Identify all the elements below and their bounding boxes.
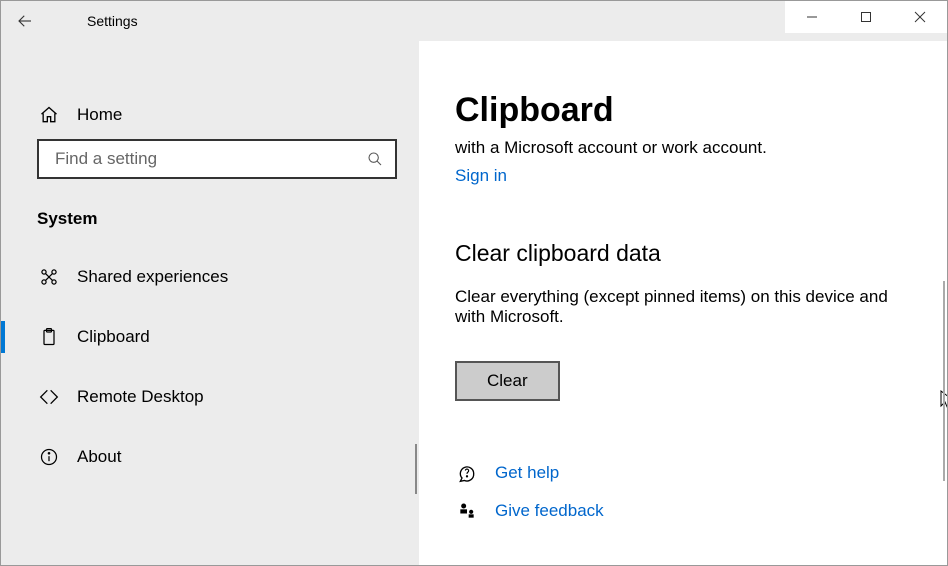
footer-links: Get help Give feedback — [455, 461, 917, 523]
info-icon — [37, 445, 61, 469]
share-icon — [37, 265, 61, 289]
window-body: Home System Shared experiences — [1, 41, 947, 565]
search-field[interactable] — [53, 148, 365, 170]
content-area: Clipboard with a Microsoft account or wo… — [419, 41, 947, 565]
home-label: Home — [77, 105, 122, 125]
clear-button[interactable]: Clear — [455, 361, 560, 401]
search-input[interactable] — [37, 139, 397, 179]
window-controls — [785, 1, 947, 33]
sidebar-item-label: Shared experiences — [77, 267, 228, 287]
give-feedback-row[interactable]: Give feedback — [455, 499, 917, 523]
back-button[interactable] — [1, 1, 49, 41]
sidebar-group-label: System — [1, 197, 419, 247]
sidebar-item-clipboard[interactable]: Clipboard — [1, 307, 419, 367]
sidebar-item-remote-desktop[interactable]: Remote Desktop — [1, 367, 419, 427]
sidebar-item-shared-experiences[interactable]: Shared experiences — [1, 247, 419, 307]
sidebar-item-label: Remote Desktop — [77, 387, 204, 407]
clipboard-icon — [37, 325, 61, 349]
get-help-row[interactable]: Get help — [455, 461, 917, 485]
titlebar: Settings — [1, 1, 947, 41]
window-title: Settings — [49, 13, 138, 29]
minimize-button[interactable] — [785, 1, 839, 33]
give-feedback-link[interactable]: Give feedback — [495, 501, 604, 521]
remote-desktop-icon — [37, 385, 61, 409]
sidebar-scrollbar[interactable] — [415, 444, 417, 494]
sidebar-item-label: Clipboard — [77, 327, 150, 347]
get-help-link[interactable]: Get help — [495, 463, 559, 483]
page-subtext: with a Microsoft account or work account… — [455, 138, 917, 158]
close-button[interactable] — [893, 1, 947, 33]
maximize-button[interactable] — [839, 1, 893, 33]
page-title: Clipboard — [455, 91, 917, 130]
content-scrollbar[interactable] — [943, 281, 945, 481]
help-icon — [455, 461, 479, 485]
settings-window: Settings Home — [0, 0, 948, 566]
sidebar-item-about[interactable]: About — [1, 427, 419, 487]
sign-in-link[interactable]: Sign in — [455, 166, 507, 186]
feedback-icon — [455, 499, 479, 523]
sidebar-item-label: About — [77, 447, 121, 467]
section-title: Clear clipboard data — [455, 240, 917, 267]
sidebar-item-home[interactable]: Home — [1, 91, 419, 139]
home-icon — [37, 103, 61, 127]
section-description: Clear everything (except pinned items) o… — [455, 287, 917, 327]
search-icon — [365, 151, 385, 167]
sidebar: Home System Shared experiences — [1, 41, 419, 565]
